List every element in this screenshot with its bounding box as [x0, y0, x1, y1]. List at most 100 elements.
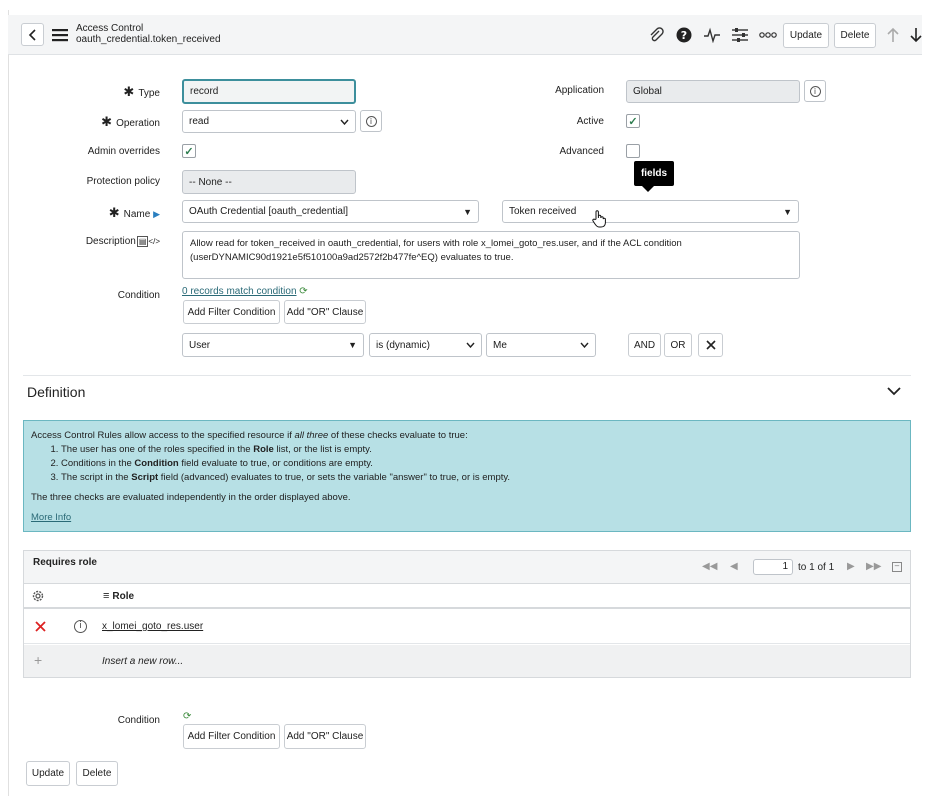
chevron-down-icon — [466, 342, 475, 348]
header-update-button[interactable]: Update — [783, 23, 829, 48]
chevron-left-icon — [28, 28, 38, 41]
name-field-select[interactable]: Token received ▼ — [502, 200, 799, 223]
description-label-text: Description — [85, 236, 136, 247]
activity-icon[interactable] — [703, 27, 721, 43]
condition-match-text[interactable]: 0 records match condition — [182, 286, 297, 297]
next-page-icon[interactable]: ▶ — [847, 561, 855, 572]
condition-field-select[interactable]: User ▼ — [182, 333, 364, 357]
fields-tooltip: fields — [634, 161, 674, 192]
type-field[interactable]: record — [182, 79, 356, 104]
delete-row-icon[interactable] — [35, 621, 46, 632]
add-filter-condition-button[interactable]: Add Filter Condition — [183, 300, 280, 324]
record-title: Access Control — [76, 23, 144, 34]
note-more-info-wrap: More Info — [31, 511, 903, 525]
note-intro: Access Control Rules allow access to the… — [31, 429, 903, 443]
prev-page-icon[interactable]: ◀ — [730, 561, 738, 572]
note-item-1: The user has one of the roles specified … — [61, 443, 903, 457]
page-of-text: to 1 of 1 — [798, 562, 835, 573]
row-info-icon[interactable]: i — [74, 620, 87, 633]
note-intro-prefix: Access Control Rules allow access to the… — [31, 430, 295, 441]
condition-operator-value: is (dynamic) — [376, 339, 430, 351]
add-row-icon[interactable]: + — [34, 652, 42, 668]
condition-match-link[interactable]: 0 records match condition ⟳ — [182, 286, 308, 297]
condition-value-value: Me — [493, 339, 507, 351]
note-list: The user has one of the roles specified … — [31, 443, 903, 485]
required-icon: ✱ — [123, 84, 135, 99]
condition-value-select[interactable]: Me — [486, 333, 596, 357]
role-column-header[interactable]: ≡ Role — [103, 590, 134, 602]
hand-cursor-icon — [592, 210, 606, 228]
refresh-icon[interactable]: ⟳ — [183, 711, 191, 722]
bottom-update-button[interactable]: Update — [26, 761, 70, 786]
protection-policy-field[interactable]: -- None -- — [182, 170, 356, 194]
arrow-up-icon[interactable] — [886, 27, 900, 43]
first-page-icon[interactable]: ◀◀ — [702, 561, 717, 572]
bottom-add-or-clause-button[interactable]: Add "OR" Clause — [284, 724, 366, 749]
caret-down-icon: ▼ — [783, 206, 792, 217]
required-icon: ✱ — [101, 114, 113, 129]
bottom-add-filter-condition-button[interactable]: Add Filter Condition — [183, 724, 280, 749]
or-button[interactable]: OR — [664, 333, 692, 357]
admin-overrides-label: Admin overrides — [87, 146, 160, 157]
note-text: field evaluate to true, or conditions ar… — [178, 458, 373, 469]
definition-note: Access Control Rules allow access to the… — [23, 420, 911, 532]
svg-text:?: ? — [681, 29, 687, 42]
insert-row-field[interactable]: Insert a new row... — [102, 656, 183, 667]
active-checkbox[interactable]: ✓ — [626, 114, 640, 128]
note-text: list, or the list is empty. — [273, 444, 372, 455]
last-page-icon[interactable]: ▶▶ — [866, 561, 881, 572]
protection-policy-label: Protection policy — [86, 176, 160, 187]
note-intro-em: all three — [294, 430, 329, 441]
collapse-list-icon[interactable]: – — [892, 562, 902, 572]
bottom-delete-button[interactable]: Delete — [76, 761, 118, 786]
column-menu-icon[interactable]: ≡ — [103, 590, 109, 602]
note-bold: Script — [131, 472, 159, 483]
more-options-icon[interactable] — [759, 31, 777, 39]
operation-label-text: Operation — [116, 118, 160, 129]
operation-select[interactable]: read — [182, 110, 356, 133]
and-button[interactable]: AND — [628, 333, 661, 357]
record-subtitle: oauth_credential.token_received — [76, 34, 221, 45]
list-column-header-row — [24, 585, 910, 609]
refresh-icon[interactable]: ⟳ — [299, 286, 307, 297]
role-cell[interactable]: x_lomei_goto_res.user — [102, 621, 203, 632]
attachment-icon[interactable] — [648, 27, 664, 43]
description-label: Description ▤ </> — [40, 236, 160, 247]
bottom-condition-label: Condition — [117, 715, 160, 726]
operation-info-button[interactable]: i — [360, 110, 382, 132]
settings-sliders-icon[interactable] — [731, 27, 749, 43]
active-label: Active — [576, 116, 604, 127]
arrow-down-icon[interactable] — [910, 27, 922, 43]
application-label: Application — [555, 85, 604, 96]
application-info-button[interactable]: i — [804, 80, 826, 102]
list-settings-icon[interactable] — [31, 589, 45, 603]
more-info-link[interactable]: More Info — [31, 512, 71, 523]
note-text: The user has one of the roles specified … — [61, 444, 254, 455]
add-or-clause-button[interactable]: Add "OR" Clause — [284, 300, 366, 324]
condition-operator-select[interactable]: is (dynamic) — [369, 333, 482, 357]
note-intro-suffix: of these checks evaluate to true: — [328, 430, 468, 441]
admin-overrides-checkbox[interactable]: ✓ — [182, 144, 196, 158]
note-text: The script in the — [61, 472, 132, 483]
header-delete-button[interactable]: Delete — [834, 23, 876, 48]
requires-role-title: Requires role — [33, 557, 97, 568]
caret-down-icon: ▼ — [463, 206, 472, 217]
back-button[interactable] — [21, 23, 44, 46]
definition-title: Definition — [27, 384, 86, 400]
note-item-3: The script in the Script field (advanced… — [61, 471, 903, 485]
menu-icon[interactable] — [52, 28, 68, 42]
note-text: field (advanced) evaluates to true, or s… — [158, 472, 511, 483]
caret-down-icon: ▼ — [348, 340, 357, 350]
spellcheck-icon[interactable]: ▤ — [136, 236, 149, 247]
name-table-select[interactable]: OAuth Credential [oauth_credential] ▼ — [182, 200, 479, 223]
remove-condition-button[interactable] — [698, 333, 723, 357]
advanced-checkbox[interactable] — [626, 144, 640, 158]
condition-field-value: User — [189, 339, 211, 351]
chevron-down-icon[interactable] — [887, 387, 901, 396]
help-icon[interactable]: ? — [676, 27, 692, 43]
info-icon: i — [74, 620, 87, 633]
note-bold: Condition — [134, 458, 179, 469]
page-input[interactable]: 1 — [753, 559, 793, 575]
description-textarea[interactable]: Allow read for token_received in oauth_c… — [182, 231, 800, 279]
code-icon[interactable]: </> — [148, 237, 160, 246]
